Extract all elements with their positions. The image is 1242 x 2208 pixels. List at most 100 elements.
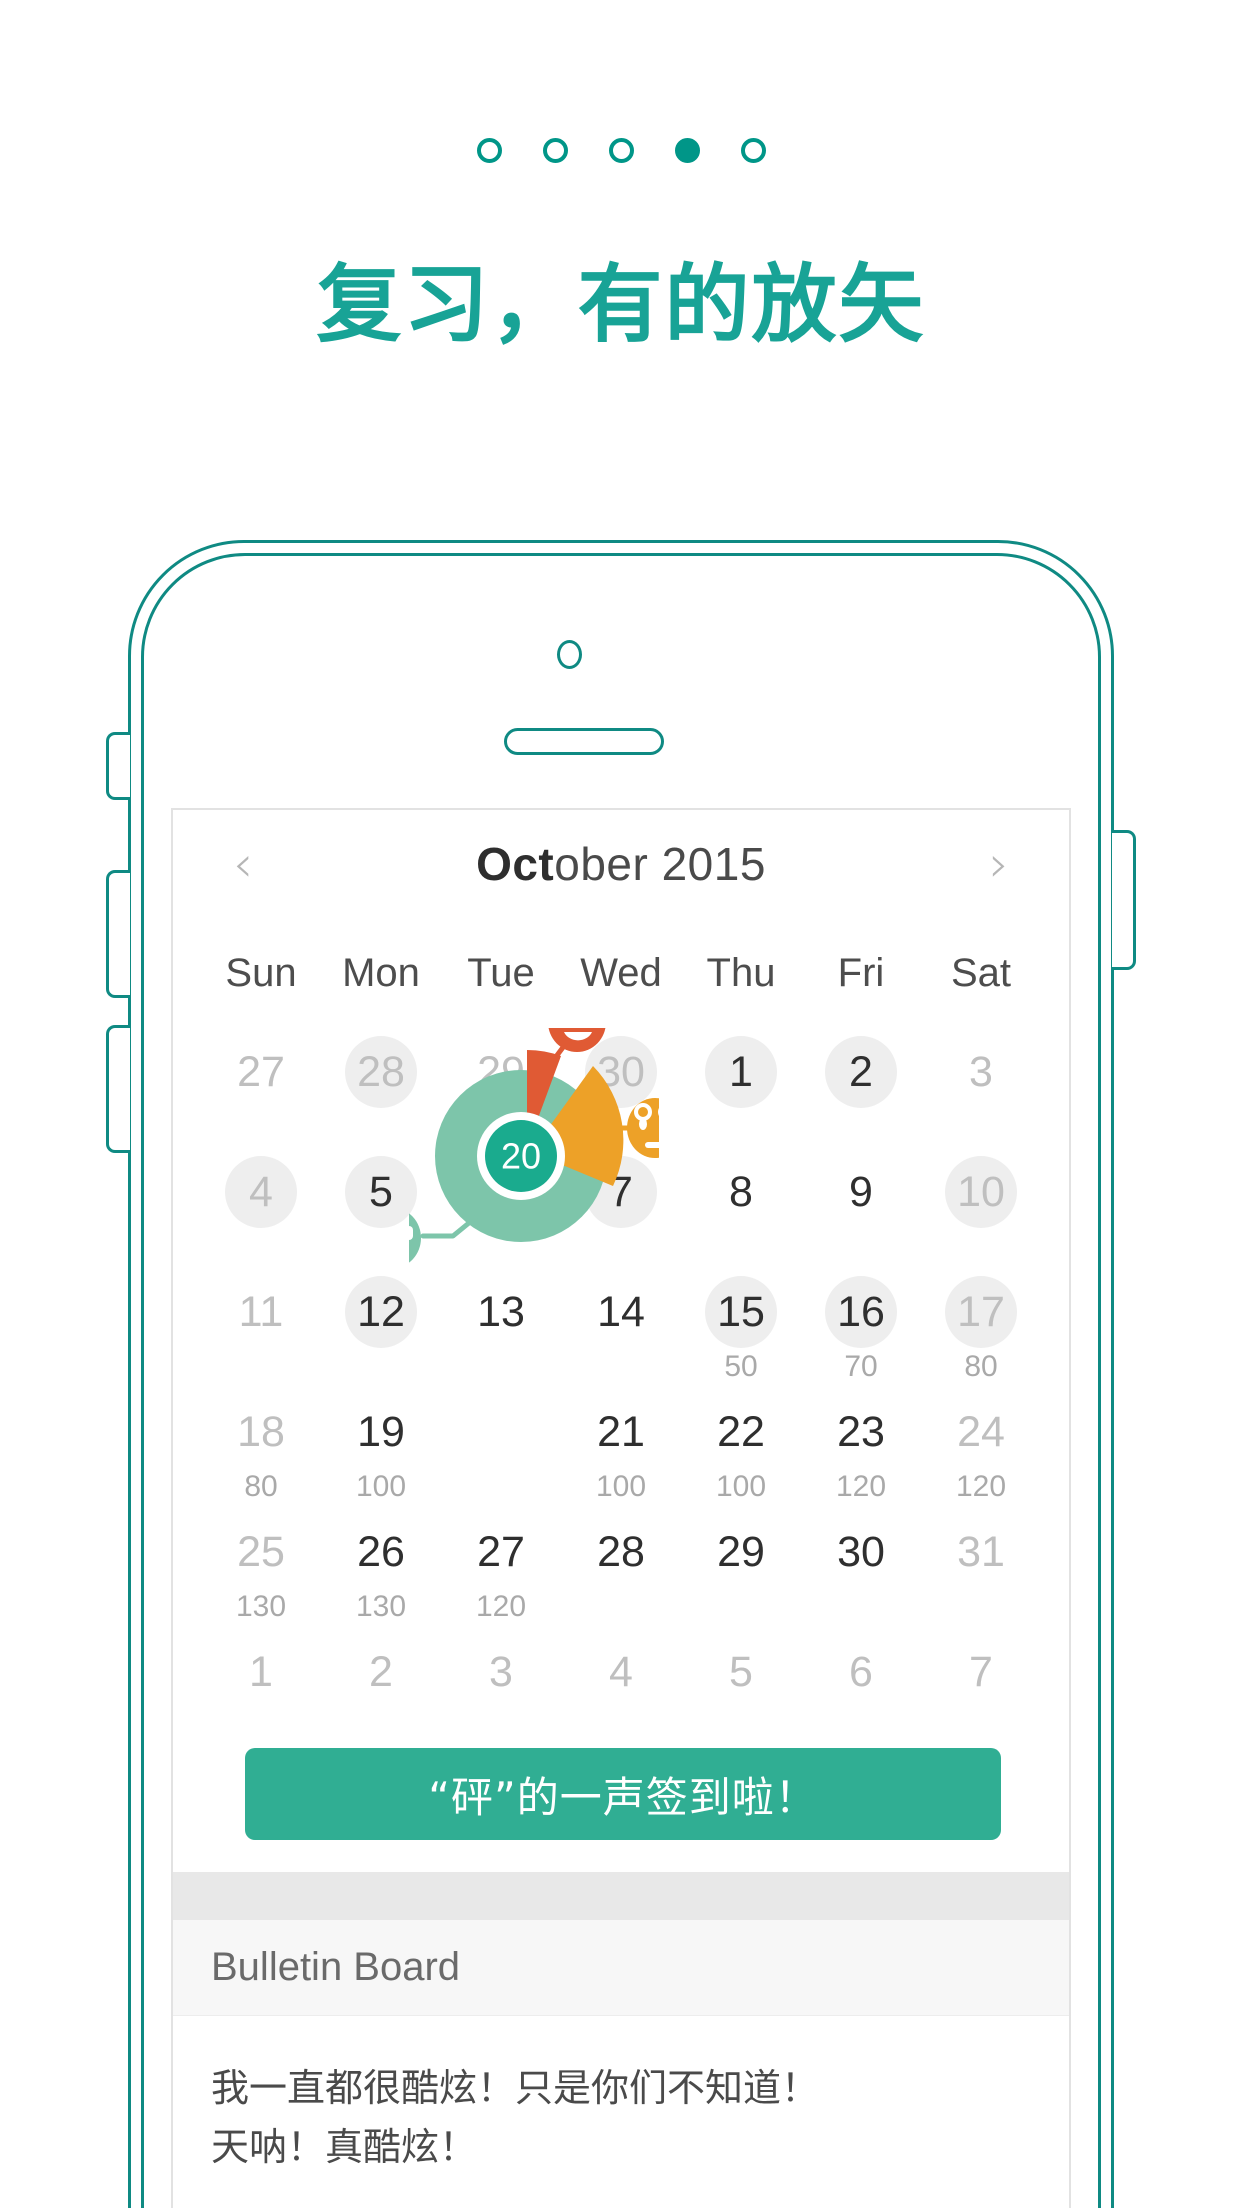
page-dot-5[interactable] bbox=[740, 138, 766, 163]
calendar-day-number: 28 bbox=[345, 1036, 417, 1108]
calendar-day-cell[interactable]: 5 bbox=[681, 1628, 801, 1748]
bulletin-board-title: Bulletin Board bbox=[211, 1945, 461, 1989]
calendar-day-cell[interactable]: 22 100 bbox=[681, 1388, 801, 1508]
calendar-day-cell[interactable]: 14 bbox=[561, 1268, 681, 1388]
calendar-week-row: 11 12 13 14 15 50 16 70 17 80 bbox=[201, 1268, 1041, 1388]
calendar-day-cell[interactable]: 1 bbox=[201, 1628, 321, 1748]
next-month-icon[interactable]: › bbox=[969, 839, 1029, 889]
weekday-thu: Thu bbox=[706, 950, 776, 995]
calendar-day-cell[interactable]: 13 bbox=[441, 1268, 561, 1388]
calendar-day-cell[interactable]: 2 bbox=[801, 1028, 921, 1148]
calendar-day-cell[interactable]: 3 bbox=[921, 1028, 1041, 1148]
calendar-day-cell[interactable]: 31 bbox=[921, 1508, 1041, 1628]
calendar-day-cell[interactable]: 21 100 bbox=[561, 1388, 681, 1508]
calendar-day-minutes: 50 bbox=[724, 1350, 758, 1383]
calendar-month-title: October 2015 bbox=[476, 837, 766, 891]
calendar-day-number: 23 bbox=[837, 1408, 885, 1456]
page-dot-2[interactable] bbox=[542, 138, 568, 163]
calendar-header: ‹ October 2015 › bbox=[201, 810, 1041, 918]
volume-down-button[interactable] bbox=[106, 1025, 130, 1153]
calendar-day-minutes: 130 bbox=[355, 1590, 407, 1623]
calendar-day-cell[interactable]: 30 bbox=[801, 1508, 921, 1628]
calendar-day-number: 29 bbox=[717, 1528, 765, 1576]
calendar-day-cell[interactable]: 28 bbox=[321, 1028, 441, 1148]
phone-screen: ‹ October 2015 › Sun Mon Tue Wed Thu Fri… bbox=[171, 808, 1071, 2208]
calendar-day-cell[interactable]: 29 bbox=[441, 1028, 561, 1148]
mute-switch-button[interactable] bbox=[106, 732, 130, 800]
calendar-day-number: 8 bbox=[729, 1168, 753, 1216]
onboarding-screen: 复习，有的放矢 ‹ October 2015 › Sun Mon Tue Wed… bbox=[0, 0, 1242, 2208]
earpiece-speaker-icon bbox=[504, 728, 664, 755]
calendar-day-cell[interactable]: 24 120 bbox=[921, 1388, 1041, 1508]
calendar-day-cell[interactable]: 6 bbox=[801, 1628, 921, 1748]
calendar-day-number: 24 bbox=[957, 1408, 1005, 1456]
calendar-day-cell[interactable]: 1 bbox=[681, 1028, 801, 1148]
calendar-day-cell[interactable]: 23 120 bbox=[801, 1388, 921, 1508]
calendar-month-bold: Oct bbox=[476, 838, 555, 890]
page-dot-4-active[interactable] bbox=[674, 138, 700, 163]
page-dot-1[interactable] bbox=[476, 138, 502, 163]
calendar-day-cell[interactable]: 19 100 bbox=[321, 1388, 441, 1508]
calendar-day-cell[interactable]: 8 bbox=[681, 1148, 801, 1268]
calendar-day-cell[interactable]: 5 bbox=[321, 1148, 441, 1268]
calendar-day-cell[interactable]: 3 bbox=[441, 1628, 561, 1748]
calendar-day-cell[interactable]: 16 70 bbox=[801, 1268, 921, 1388]
calendar-day-cell[interactable]: 30 bbox=[561, 1028, 681, 1148]
calendar-widget: ‹ October 2015 › Sun Mon Tue Wed Thu Fri… bbox=[173, 810, 1069, 2177]
calendar-day-cell[interactable]: 9 bbox=[801, 1148, 921, 1268]
calendar-day-number: 19 bbox=[357, 1408, 405, 1456]
calendar-week-row: 25 130 26 130 27 120 28 29 30 31 bbox=[201, 1508, 1041, 1628]
weekday-header-row: Sun Mon Tue Wed Thu Fri Sat bbox=[201, 918, 1041, 1028]
power-button[interactable] bbox=[1112, 830, 1136, 970]
calendar-day-cell[interactable]: 7 bbox=[921, 1628, 1041, 1748]
calendar-week-row: 27 28 29 30 1 2 3 bbox=[201, 1028, 1041, 1148]
calendar-day-cell[interactable]: 4 bbox=[561, 1628, 681, 1748]
calendar-day-number: 7 bbox=[969, 1648, 993, 1696]
calendar-day-number: 30 bbox=[585, 1036, 657, 1108]
calendar-week-row: 4 5 6 7 8 9 10 bbox=[201, 1148, 1041, 1268]
calendar-day-number: 10 bbox=[945, 1156, 1017, 1228]
calendar-day-cell[interactable]: 11 bbox=[201, 1268, 321, 1388]
calendar-day-cell[interactable]: 26 130 bbox=[321, 1508, 441, 1628]
calendar-day-number: 1 bbox=[249, 1648, 273, 1696]
phone-mockup: ‹ October 2015 › Sun Mon Tue Wed Thu Fri… bbox=[106, 540, 1136, 2208]
calendar-day-number: 5 bbox=[729, 1648, 753, 1696]
check-in-button[interactable]: “砰”的一声签到啦！ bbox=[245, 1748, 1001, 1840]
calendar-day-cell[interactable]: 25 130 bbox=[201, 1508, 321, 1628]
calendar-day-cell[interactable]: 2 bbox=[321, 1628, 441, 1748]
calendar-day-number: 2 bbox=[825, 1036, 897, 1108]
calendar-day-number: 28 bbox=[597, 1528, 645, 1576]
calendar-day-number: 17 bbox=[945, 1276, 1017, 1348]
bulletin-board-header: Bulletin Board bbox=[173, 1920, 1069, 2016]
calendar-day-cell[interactable]: 27 120 bbox=[441, 1508, 561, 1628]
calendar-day-cell[interactable]: 6 bbox=[441, 1148, 561, 1268]
calendar-day-number: 9 bbox=[849, 1168, 873, 1216]
calendar-day-number: 1 bbox=[705, 1036, 777, 1108]
section-divider bbox=[173, 1872, 1069, 1920]
page-dot-3[interactable] bbox=[608, 138, 634, 163]
calendar-day-cell[interactable]: 18 80 bbox=[201, 1388, 321, 1508]
calendar-day-minutes: 120 bbox=[955, 1470, 1007, 1503]
calendar-day-cell[interactable]: 4 bbox=[201, 1148, 321, 1268]
calendar-day-cell[interactable]: 12 bbox=[321, 1268, 441, 1388]
calendar-day-cell[interactable]: 10 bbox=[921, 1148, 1041, 1268]
calendar-day-number: 4 bbox=[225, 1156, 297, 1228]
calendar-day-cell[interactable]: 17 80 bbox=[921, 1268, 1041, 1388]
calendar-day-number: 13 bbox=[477, 1288, 525, 1336]
calendar-day-number: 3 bbox=[969, 1048, 993, 1096]
calendar-day-cell[interactable]: 20 bbox=[441, 1388, 561, 1508]
calendar-day-minutes: 130 bbox=[235, 1590, 287, 1623]
calendar-day-number: 5 bbox=[345, 1156, 417, 1228]
calendar-day-cell[interactable]: 7 bbox=[561, 1148, 681, 1268]
prev-month-icon[interactable]: ‹ bbox=[213, 839, 273, 889]
bulletin-line-2: 天呐！真酷炫！ bbox=[211, 2124, 478, 2169]
calendar-day-minutes: 120 bbox=[475, 1590, 527, 1623]
calendar-day-cell[interactable]: 28 bbox=[561, 1508, 681, 1628]
calendar-day-number: 6 bbox=[465, 1156, 537, 1228]
calendar-day-cell[interactable]: 15 50 bbox=[681, 1268, 801, 1388]
bulletin-line-1: 我一直都很酷炫！只是你们不知道！ bbox=[211, 2066, 820, 2110]
calendar-day-cell[interactable]: 27 bbox=[201, 1028, 321, 1148]
calendar-day-cell[interactable]: 29 bbox=[681, 1508, 801, 1628]
calendar-day-number: 25 bbox=[237, 1528, 285, 1576]
volume-up-button[interactable] bbox=[106, 870, 130, 998]
